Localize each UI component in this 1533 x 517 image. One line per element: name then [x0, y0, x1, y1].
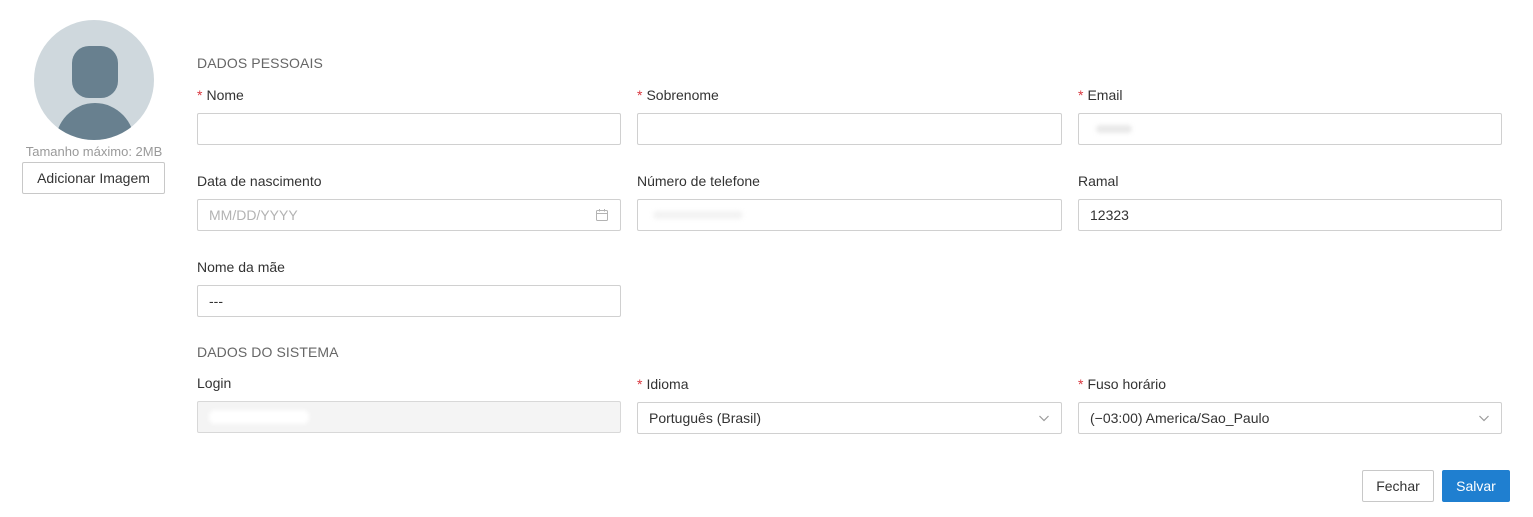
extension-input[interactable]: 12323	[1078, 199, 1502, 231]
language-select[interactable]: Português (Brasil)	[637, 402, 1062, 434]
max-size-hint: Tamanho máximo: 2MB	[25, 144, 163, 159]
add-image-button[interactable]: Adicionar Imagem	[22, 162, 165, 194]
email-label: * Email	[1078, 87, 1122, 103]
language-label: * Idioma	[637, 376, 688, 392]
user-silhouette-icon	[55, 46, 135, 140]
language-value: Português (Brasil)	[649, 410, 762, 426]
calendar-icon[interactable]	[595, 208, 609, 222]
first-name-label-text: Nome	[206, 87, 244, 103]
extension-label: Ramal	[1078, 173, 1119, 189]
language-label-text: Idioma	[646, 376, 689, 392]
mother-name-input[interactable]: ---	[197, 285, 621, 317]
required-marker: *	[637, 376, 643, 392]
mother-name-label: Nome da mãe	[197, 259, 285, 275]
first-name-input[interactable]	[197, 113, 621, 145]
required-marker: *	[1078, 87, 1084, 103]
phone-input[interactable]	[637, 199, 1062, 231]
email-label-text: Email	[1087, 87, 1123, 103]
save-button[interactable]: Salvar	[1442, 470, 1510, 502]
personal-data-section-title: DADOS PESSOAIS	[197, 55, 323, 71]
phone-label: Número de telefone	[637, 173, 760, 189]
first-name-label: * Nome	[197, 87, 244, 103]
extension-value: 12323	[1090, 207, 1129, 223]
last-name-label: * Sobrenome	[637, 87, 719, 103]
birth-date-placeholder: MM/DD/YYYY	[209, 207, 298, 223]
birth-date-input[interactable]: MM/DD/YYYY	[197, 199, 621, 231]
redacted-phone	[653, 211, 743, 219]
birth-date-label: Data de nascimento	[197, 173, 322, 189]
email-input[interactable]	[1078, 113, 1502, 145]
required-marker: *	[1078, 376, 1084, 392]
login-input	[197, 401, 621, 433]
redacted-login	[209, 410, 309, 424]
required-marker: *	[637, 87, 643, 103]
avatar	[34, 20, 154, 140]
chevron-down-icon	[1478, 412, 1490, 424]
mother-name-value: ---	[209, 293, 223, 309]
login-label: Login	[197, 375, 232, 391]
close-button[interactable]: Fechar	[1362, 470, 1434, 502]
timezone-label: * Fuso horário	[1078, 376, 1166, 392]
system-data-section-title: DADOS DO SISTEMA	[197, 344, 339, 360]
timezone-select[interactable]: (−03:00) America/Sao_Paulo	[1078, 402, 1502, 434]
timezone-value: (−03:00) America/Sao_Paulo	[1090, 410, 1270, 426]
last-name-input[interactable]	[637, 113, 1062, 145]
required-marker: *	[197, 87, 203, 103]
redacted-email	[1096, 125, 1132, 133]
timezone-label-text: Fuso horário	[1087, 376, 1167, 392]
last-name-label-text: Sobrenome	[646, 87, 719, 103]
chevron-down-icon	[1038, 412, 1050, 424]
